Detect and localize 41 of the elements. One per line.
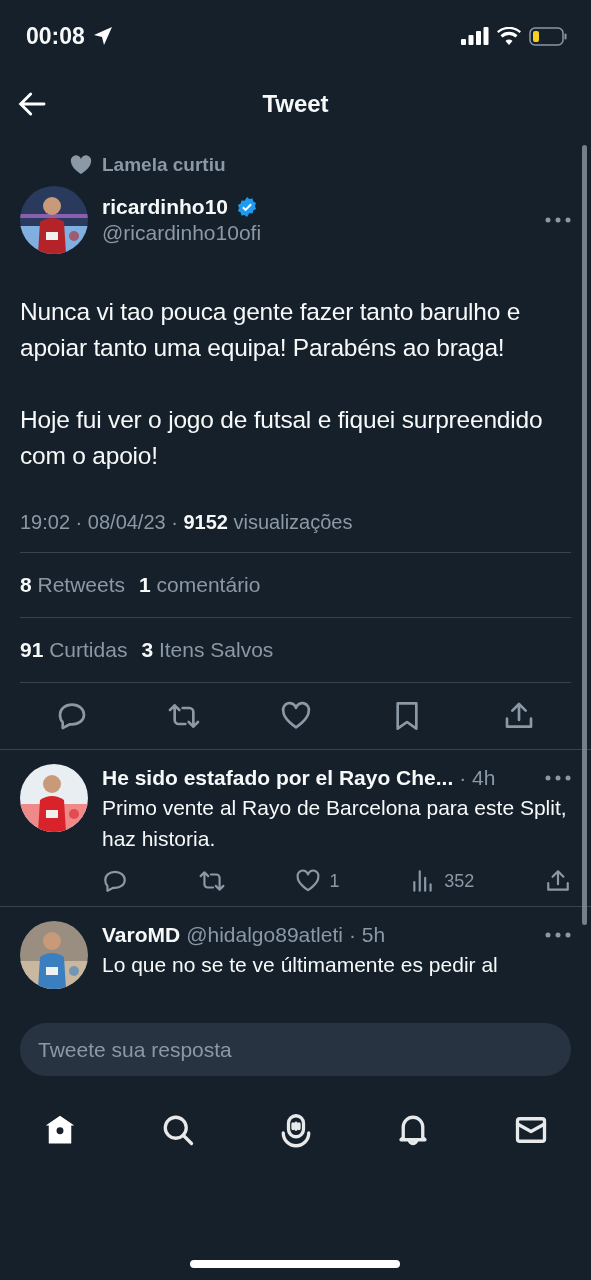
author-handle[interactable]: @ricardinho10ofi xyxy=(102,221,531,245)
tweet-stat[interactable]: 8 Retweets xyxy=(20,573,126,597)
page-title: Tweet xyxy=(262,90,329,118)
reply-time: · 4h xyxy=(459,766,496,790)
tweet-stat[interactable]: 91 Curtidas xyxy=(20,638,128,662)
reply-handle[interactable]: @hidalgo89atleti xyxy=(186,923,343,947)
like-button[interactable]: 1 xyxy=(295,868,340,894)
tweet-stat[interactable]: 3 Itens Salvos xyxy=(141,638,274,662)
signal-icon xyxy=(461,27,489,45)
location-arrow-icon xyxy=(92,26,113,46)
retweet-icon xyxy=(198,868,225,894)
reply-icon xyxy=(102,868,128,894)
wifi-icon xyxy=(497,27,521,45)
author-name[interactable]: ricardinho10 xyxy=(102,195,229,219)
reply-time: · 5h xyxy=(348,923,386,947)
views-button[interactable]: 352 xyxy=(410,868,475,894)
reply-text: Primo vente al Rayo de Barcelona para este Split, haz historia. xyxy=(102,795,568,852)
reply-text: Lo que no se te ve últimamente es pedir al xyxy=(102,952,499,978)
battery-icon xyxy=(529,26,567,46)
reply-button[interactable] xyxy=(56,700,88,732)
tweet-stat[interactable]: 1 comentário xyxy=(139,573,261,597)
tweet-text: Nunca vi tao pouca gente fazer tanto barulho e apoiar tanto uma equipa! Parabéns ao braga! xyxy=(20,297,522,363)
more-icon[interactable] xyxy=(545,931,571,939)
social-context[interactable]: Lamela curtiu xyxy=(102,154,226,176)
more-icon[interactable] xyxy=(545,216,571,224)
status-time: 00:08 xyxy=(26,22,85,50)
retweet-button[interactable] xyxy=(198,868,225,894)
heart-icon xyxy=(70,155,92,175)
reply-author-name[interactable]: VaroMD xyxy=(102,923,181,947)
heart-icon xyxy=(279,700,312,732)
reply-icon xyxy=(56,700,88,732)
tweet-meta: 19:02 · 08/04/23 · 9152 visualizações xyxy=(20,511,571,553)
more-icon[interactable] xyxy=(545,774,571,782)
share-icon xyxy=(545,868,571,894)
reply-button[interactable] xyxy=(102,868,128,894)
reply-input-field[interactable]: Tweete sua resposta xyxy=(20,1023,571,1076)
tweet-text: Hoje fui ver o jogo de futsal e fiquei surpreendido com o apoio! xyxy=(20,405,544,471)
like-button[interactable] xyxy=(279,700,312,732)
heart-icon xyxy=(295,868,322,894)
reply-author-name[interactable]: He sido estafado por el Rayo Che... xyxy=(102,766,454,790)
share-button[interactable] xyxy=(545,868,571,894)
